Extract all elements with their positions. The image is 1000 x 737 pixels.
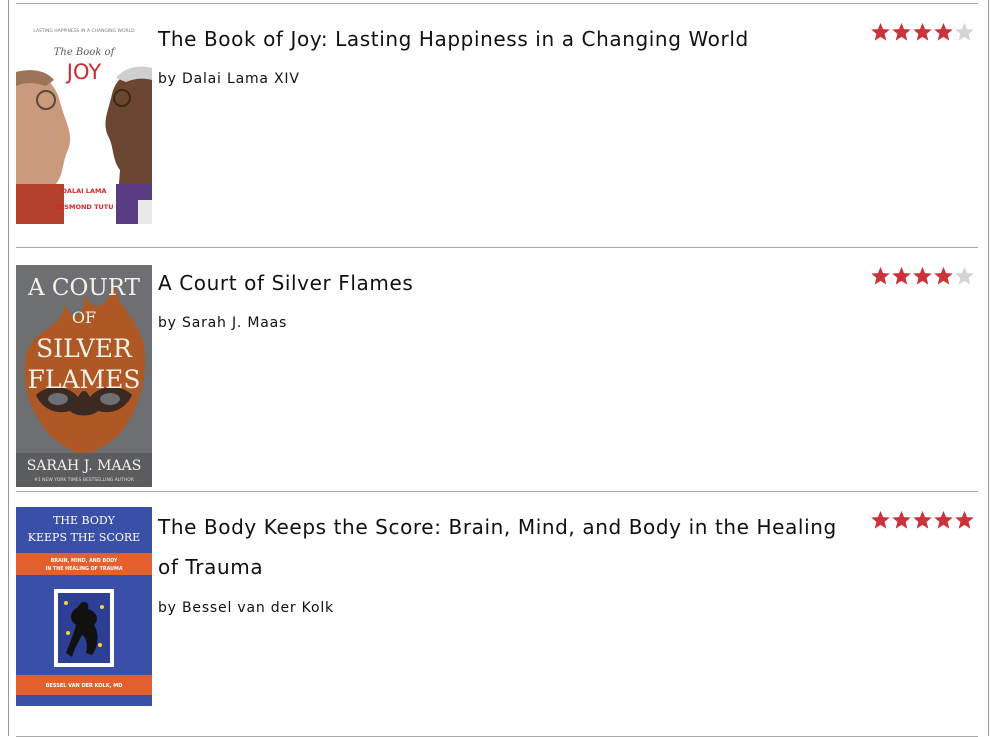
star-icon bbox=[891, 21, 912, 43]
book-list: LASTING HAPPINESS IN A CHANGING WORLD Th… bbox=[16, 3, 978, 737]
cover-title-line1: A COURT bbox=[27, 275, 141, 301]
star-icon bbox=[912, 509, 933, 531]
book-item-joy[interactable]: LASTING HAPPINESS IN A CHANGING WORLD Th… bbox=[16, 4, 978, 247]
cover-tagline: #1 NEW YORK TIMES BESTSELLING AUTHOR bbox=[34, 477, 134, 483]
cover-kicker: LASTING HAPPINESS IN A CHANGING WORLD bbox=[33, 28, 135, 34]
cover-title-line4: FLAMES bbox=[28, 365, 141, 394]
star-icon bbox=[912, 265, 933, 287]
book-author[interactable]: by Dalai Lama XIV bbox=[158, 71, 300, 87]
star-icon bbox=[954, 509, 975, 531]
cover-title-line2: OF bbox=[72, 308, 96, 327]
cover-title-line1: The Book of bbox=[54, 47, 117, 58]
star-empty-icon bbox=[954, 21, 975, 43]
star-rating bbox=[870, 509, 978, 535]
star-icon bbox=[891, 265, 912, 287]
cover-credit-2: DESMOND TUTU bbox=[54, 203, 113, 211]
cover-title-line1: THE BODY bbox=[53, 514, 116, 527]
book-cover-joy[interactable]: LASTING HAPPINESS IN A CHANGING WORLD Th… bbox=[16, 24, 152, 224]
book-item-silver-flames[interactable]: A COURT OF SILVER FLAMES SARAH J. MAAS #… bbox=[16, 248, 978, 491]
star-empty-icon bbox=[954, 265, 975, 287]
book-title[interactable]: The Body Keeps the Score: Brain, Mind, a… bbox=[158, 507, 858, 587]
star-icon bbox=[870, 509, 891, 531]
cover-title-line3: SILVER bbox=[36, 334, 133, 363]
book-title[interactable]: A Court of Silver Flames bbox=[158, 263, 858, 303]
cover-credit: SARAH J. MAAS bbox=[27, 458, 142, 474]
cover-subtitle-1: BRAIN, MIND, AND BODY bbox=[51, 558, 118, 564]
book-author[interactable]: by Bessel van der Kolk bbox=[158, 600, 334, 616]
star-icon bbox=[912, 21, 933, 43]
star-rating bbox=[870, 21, 978, 47]
star-rating bbox=[870, 265, 978, 291]
star-icon bbox=[870, 265, 891, 287]
star-icon bbox=[933, 265, 954, 287]
book-cover-silver-flames[interactable]: A COURT OF SILVER FLAMES SARAH J. MAAS #… bbox=[16, 265, 152, 487]
star-icon bbox=[891, 509, 912, 531]
cover-title-line2: JOY bbox=[65, 60, 102, 84]
star-icon bbox=[870, 21, 891, 43]
cover-credit-1: DALAI LAMA bbox=[62, 187, 107, 195]
star-icon bbox=[933, 21, 954, 43]
cover-title-line2: KEEPS THE SCORE bbox=[28, 531, 140, 544]
cover-subtitle-2: IN THE HEALING OF TRAUMA bbox=[45, 566, 122, 572]
book-author[interactable]: by Sarah J. Maas bbox=[158, 315, 287, 331]
book-item-body-keeps-score[interactable]: THE BODY KEEPS THE SCORE BRAIN, MIND, AN… bbox=[16, 492, 978, 736]
star-icon bbox=[933, 509, 954, 531]
book-title[interactable]: The Book of Joy: Lasting Happiness in a … bbox=[158, 19, 858, 59]
cover-credit: BESSEL VAN DER KOLK, MD bbox=[46, 683, 123, 689]
book-cover-body-keeps-score[interactable]: THE BODY KEEPS THE SCORE BRAIN, MIND, AN… bbox=[16, 507, 152, 706]
